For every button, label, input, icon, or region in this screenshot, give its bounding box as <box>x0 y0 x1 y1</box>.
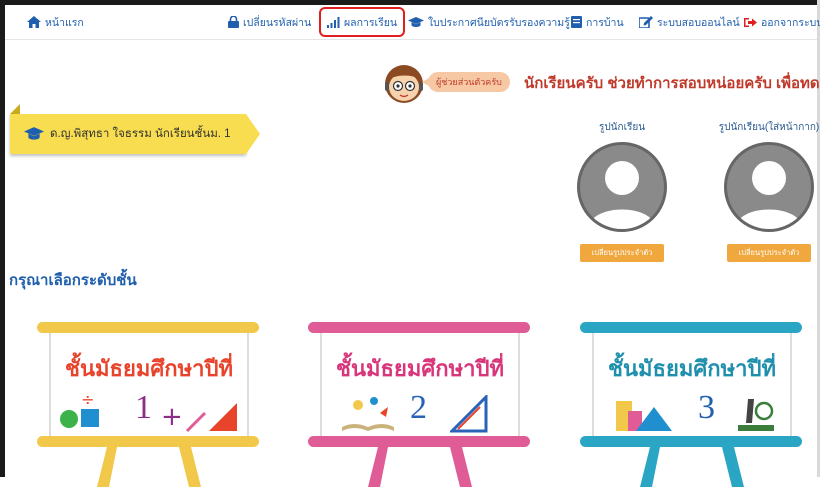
set-square-icon <box>450 395 488 433</box>
nav-results-link[interactable]: ผลการเรียน <box>318 7 406 37</box>
grade-2-title: ชั้นมัธยมศึกษาปีที่ <box>336 356 504 381</box>
grade-1-board[interactable]: ชั้นมัธยมศึกษาปีที่ ÷ 1 + <box>37 322 259 487</box>
shapes-icon <box>616 401 672 431</box>
board-legs <box>97 447 201 487</box>
nav-home-label: หน้าแรก <box>45 16 84 29</box>
student-photo <box>577 142 667 232</box>
plus-triangle-icon: + <box>161 402 237 433</box>
graduation-cap-icon <box>408 16 424 27</box>
nav-homework-label: การบ้าน <box>586 16 624 29</box>
board-top-bar <box>308 322 530 333</box>
board-bottom-bar <box>580 436 802 447</box>
student-info: ด.ญ.พิสุทธา ใจธรรม นักเรียนชั้นม. 1 <box>24 114 231 154</box>
assistant-bubble: ผู้ช่วยส่วนตัวครับ <box>422 72 510 92</box>
board-panel: ชั้นมัธยมศึกษาปีที่ 3 <box>592 333 792 436</box>
masked-photo <box>724 142 814 232</box>
change-photo-button[interactable]: เปลี่ยนรูปประจำตัว <box>580 244 664 262</box>
student-ribbon: ด.ญ.พิสุทธา ใจธรรม นักเรียนชั้นม. 1 <box>10 114 260 154</box>
nav-home-link[interactable]: หน้าแรก <box>27 5 84 39</box>
grade-2-number: 2 <box>410 389 427 426</box>
graduation-cap-icon <box>24 127 44 140</box>
grade-3-board[interactable]: ชั้นมัธยมศึกษาปีที่ 3 <box>580 322 802 487</box>
student-photo-card: รูปนักเรียน เปลี่ยนรูปประจำตัว <box>567 120 677 262</box>
assistant-avatar-icon <box>385 65 423 103</box>
nav-results-label: ผลการเรียน <box>344 16 398 29</box>
board-bottom-bar <box>308 436 530 447</box>
grade-3-title: ชั้นมัธยมศึกษาปีที่ <box>608 356 776 381</box>
grade-1-title: ชั้นมัธยมศึกษาปีที่ <box>65 356 233 381</box>
bar-chart-icon <box>327 16 340 28</box>
select-grade-heading: กรุณาเลือกระดับชั้น <box>9 272 137 289</box>
student-name: ด.ญ.พิสุทธา ใจธรรม นักเรียนชั้นม. 1 <box>50 128 231 140</box>
sign-out-icon <box>744 17 757 27</box>
nav-change-password-label: เปลี่ยนรหัสผ่าน <box>243 16 312 29</box>
board-top-bar <box>580 322 802 333</box>
home-icon <box>27 16 41 28</box>
edit-icon <box>639 16 653 28</box>
board-bottom-bar <box>37 436 259 447</box>
book-icon <box>571 16 582 28</box>
board-panel: ชั้นมัธยมศึกษาปีที่ ÷ 1 + <box>49 333 249 436</box>
board-legs <box>640 447 744 487</box>
user-silhouette-icon <box>735 161 803 229</box>
masked-photo-label: รูปนักเรียน(ใส่หน้ากาก) <box>718 122 820 133</box>
ribbon-fold <box>10 104 20 114</box>
svg-text:+: + <box>161 402 183 432</box>
nav-homework-link[interactable]: การบ้าน <box>571 5 624 39</box>
nav-certificates-label: ใบประกาศนียบัตรรับรองความรู้ <box>428 16 570 29</box>
nav-online-exam-label: ระบบสอบออนไลน์ <box>657 16 740 29</box>
nav-logout-link[interactable]: ออกจากระบบ <box>744 5 820 39</box>
math-symbols-icon: ÷ <box>60 391 99 428</box>
nav-online-exam-link[interactable]: ระบบสอบออนไลน์ <box>639 5 740 39</box>
assistant-message: นักเรียนครับ ช่วยทำการสอบหน่อยครับ เพื่อ… <box>524 75 820 92</box>
student-photo-label: รูปนักเรียน <box>598 122 646 133</box>
grade-2-board[interactable]: ชั้นมัธยมศึกษาปีที่ 2 <box>308 322 530 487</box>
svg-text:÷: ÷ <box>81 391 94 409</box>
grade-1-number: 1 <box>135 389 152 426</box>
science-tools-icon <box>738 399 774 431</box>
change-masked-photo-button[interactable]: เปลี่ยนรูปประจำตัว <box>727 244 811 262</box>
board-legs <box>368 447 472 487</box>
grade-3-number: 3 <box>698 389 715 426</box>
top-navbar: หน้าแรก เปลี่ยนรหัสผ่าน ผลการเรียน ใบประ… <box>5 5 820 40</box>
nav-certificates-link[interactable]: ใบประกาศนียบัตรรับรองความรู้ <box>408 5 570 39</box>
nav-logout-label: ออกจากระบบ <box>761 16 820 29</box>
nav-change-password-link[interactable]: เปลี่ยนรหัสผ่าน <box>228 5 311 39</box>
open-book-icon <box>342 397 394 431</box>
window-frame-left <box>0 0 5 477</box>
assistant-bar: ผู้ช่วยส่วนตัวครับ นักเรียนครับ ช่วยทำกา… <box>382 58 820 106</box>
board-top-bar <box>37 322 259 333</box>
user-silhouette-icon <box>588 161 656 229</box>
board-panel: ชั้นมัธยมศึกษาปีที่ 2 <box>320 333 520 436</box>
masked-photo-card: รูปนักเรียน(ใส่หน้ากาก) เปลี่ยนรูปประจำต… <box>714 120 820 262</box>
lock-icon <box>228 16 239 28</box>
